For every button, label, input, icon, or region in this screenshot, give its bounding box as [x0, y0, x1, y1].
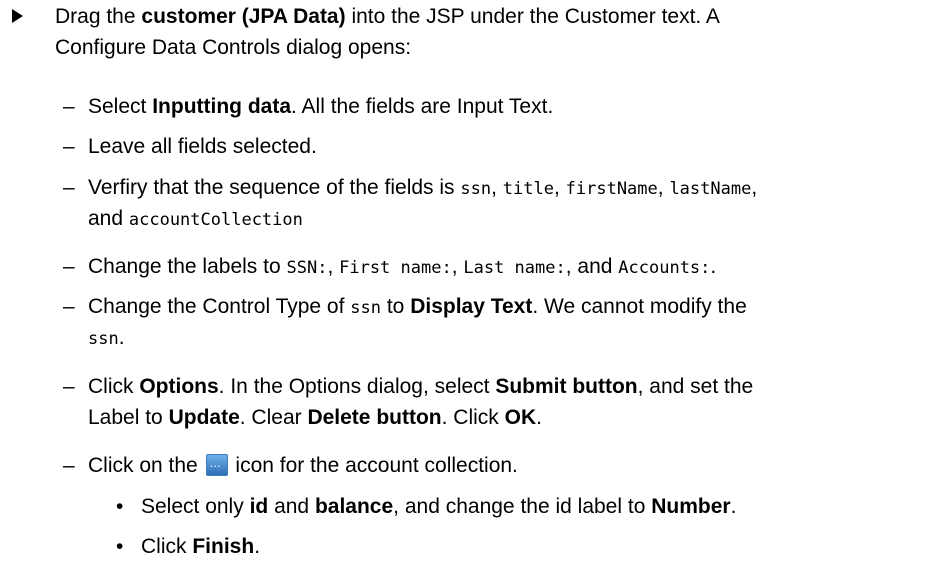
dash-bullet: – [63, 375, 75, 398]
step-leave-fields-selected: Leave all fields selected. [88, 135, 317, 158]
substep-select-id-balance: Select only id and balance, and change t… [141, 495, 737, 518]
step-verify-field-sequence: Verfiry that the sequence of the fields … [88, 176, 758, 199]
arrow-bullet-icon [12, 9, 23, 23]
step-change-control-type: Change the Control Type of ssn to Displa… [88, 295, 747, 318]
step-change-control-type-line2: ssn. [88, 326, 125, 349]
step-select-inputting-data: Select Inputting data. All the fields ar… [88, 95, 554, 118]
dot-bullet: • [116, 495, 124, 518]
dash-bullet: – [63, 95, 75, 118]
dash-bullet: – [63, 176, 75, 199]
step-click-collection-icon: Click on the icon for the account collec… [88, 449, 948, 482]
dash-bullet: – [63, 135, 75, 158]
customer-jpa-data-term: customer (JPA Data) [141, 5, 346, 28]
browse-ellipsis-icon [205, 454, 228, 476]
dash-bullet: – [63, 255, 75, 278]
step-click-options-line2: Label to Update. Clear Delete button. Cl… [88, 406, 542, 429]
step-click-options: Click Options. In the Options dialog, se… [88, 375, 754, 398]
dot-bullet: • [116, 535, 124, 558]
dash-bullet: – [63, 454, 75, 477]
dash-bullet: – [63, 295, 75, 318]
step-change-labels: Change the labels to SSN:, First name:, … [88, 255, 717, 278]
substep-click-finish: Click Finish. [141, 535, 261, 558]
main-instruction: Drag the customer (JPA Data) into the JS… [55, 5, 720, 28]
main-instruction-line2: Configure Data Controls dialog opens: [55, 36, 412, 59]
step-verify-field-sequence-line2: and accountCollection [88, 207, 303, 230]
